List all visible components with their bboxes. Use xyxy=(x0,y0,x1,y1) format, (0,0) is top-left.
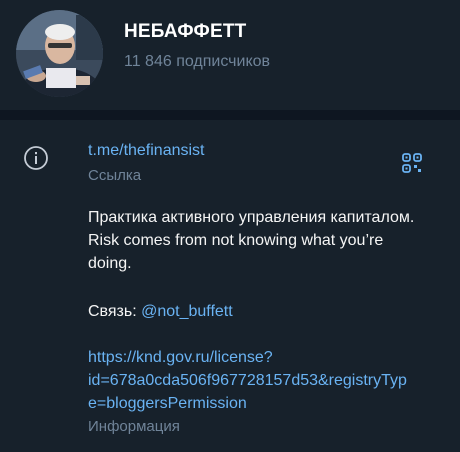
channel-description: Практика активного управления капиталом.… xyxy=(88,206,428,275)
contact-handle-link[interactable]: @not_buffett xyxy=(141,303,233,320)
description-text: Практика активного управления капиталом.… xyxy=(88,209,415,272)
contact-line: Связь: @not_buffett xyxy=(88,300,233,323)
channel-header: НЕБАФФЕТТ 11 846 подписчиков xyxy=(0,0,460,110)
qr-code-icon[interactable] xyxy=(402,153,422,173)
channel-link[interactable]: t.me/thefinansist xyxy=(88,142,205,160)
channel-avatar[interactable] xyxy=(16,10,103,97)
license-link[interactable]: https://knd.gov.ru/license? id=678a0cda5… xyxy=(88,346,428,415)
channel-title: НЕБАФФЕТТ xyxy=(124,21,247,42)
license-link-line[interactable]: https://knd.gov.ru/license? xyxy=(88,346,428,369)
contact-label: Связь: xyxy=(88,303,142,320)
license-link-line[interactable]: e=bloggersPermission xyxy=(88,392,428,415)
license-link-line[interactable]: id=678a0cda506f967728157d53&registryTyp xyxy=(88,369,428,392)
info-circle-icon xyxy=(23,145,49,171)
link-caption: Ссылка xyxy=(88,167,142,184)
section-divider xyxy=(0,110,460,120)
subscriber-count: 11 846 подписчиков xyxy=(124,53,271,70)
description-caption: Информация xyxy=(88,418,180,435)
channel-info-section: t.me/thefinansist Ссылка Практика активн… xyxy=(0,120,460,452)
